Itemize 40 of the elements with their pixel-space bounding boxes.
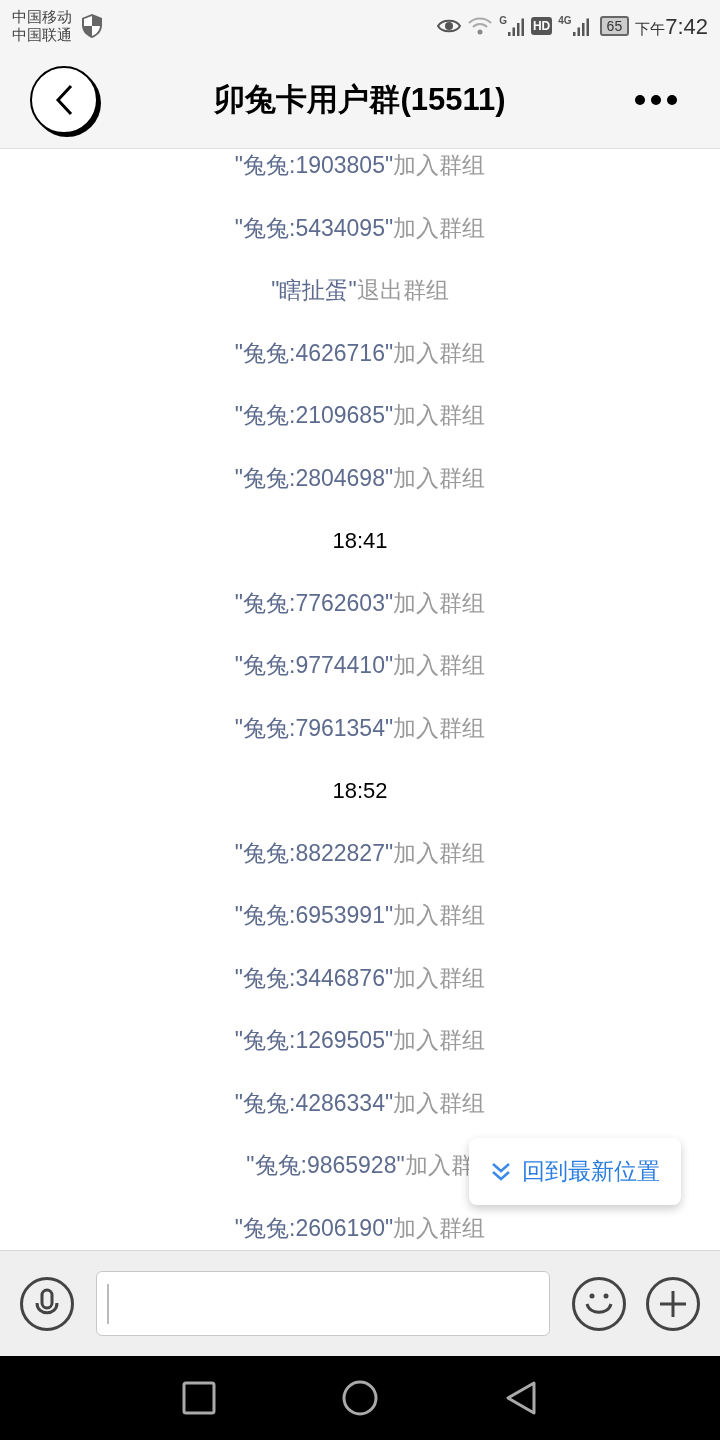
system-notice: "兔兔:1269505"加入群组	[234, 1026, 486, 1055]
voice-button[interactable]	[20, 1276, 74, 1331]
system-notice: "兔兔:3446876"加入群组	[234, 963, 486, 993]
carrier-name: 中国联通	[12, 26, 72, 44]
signal-icon	[506, 16, 525, 36]
system-notice: "兔兔:9774410"加入群组	[234, 651, 486, 680]
chat-title: 卯兔卡用户群(15511)	[214, 80, 506, 119]
timestamp: 18:52	[332, 776, 388, 805]
add-button[interactable]	[646, 1276, 700, 1331]
carrier-name: 中国移动	[12, 8, 72, 26]
system-notice: "瞎扯蛋"退出群组	[271, 276, 449, 305]
recents-icon[interactable]	[182, 1381, 217, 1415]
home-icon[interactable]	[341, 1379, 379, 1417]
system-notice: "兔兔:6953991"加入群组	[234, 901, 486, 930]
system-notice: "兔兔:4626716"加入群组	[234, 338, 486, 368]
double-chevron-down-icon	[490, 1160, 512, 1183]
plus-icon	[658, 1288, 688, 1319]
shield-icon	[80, 13, 104, 39]
network-label: 4G	[558, 16, 572, 26]
system-notice: "兔兔:4286334"加入群组	[234, 1088, 486, 1118]
wifi-icon	[467, 16, 494, 36]
eye-icon	[437, 17, 462, 35]
signal-icon	[571, 16, 590, 36]
network-label: G	[499, 16, 507, 26]
system-notice: "兔兔:5434095"加入群组	[234, 213, 486, 243]
battery-indicator: 65	[599, 16, 630, 36]
chevron-left-icon	[53, 83, 75, 117]
system-notice: "兔兔:7961354"加入群组	[234, 713, 486, 743]
system-notice: "兔兔:2804698"加入群组	[234, 463, 486, 493]
system-notice: "兔兔:1903805"加入群组	[234, 151, 486, 180]
system-notice: "兔兔:2606190"加入群组	[234, 1213, 486, 1243]
jump-to-latest-button[interactable]: 回到最新位置	[469, 1138, 681, 1205]
timestamp: 18:41	[332, 526, 388, 555]
message-input[interactable]	[96, 1271, 550, 1336]
emoji-button[interactable]	[572, 1276, 626, 1331]
hd-badge: HD	[530, 17, 553, 35]
system-notice: "兔兔:2109685"加入群组	[234, 401, 486, 430]
system-notice: "兔兔:7762603"加入群组	[234, 588, 486, 618]
system-notice: "兔兔:8822827"加入群组	[234, 838, 486, 868]
clock: 下午7:42	[635, 12, 708, 41]
